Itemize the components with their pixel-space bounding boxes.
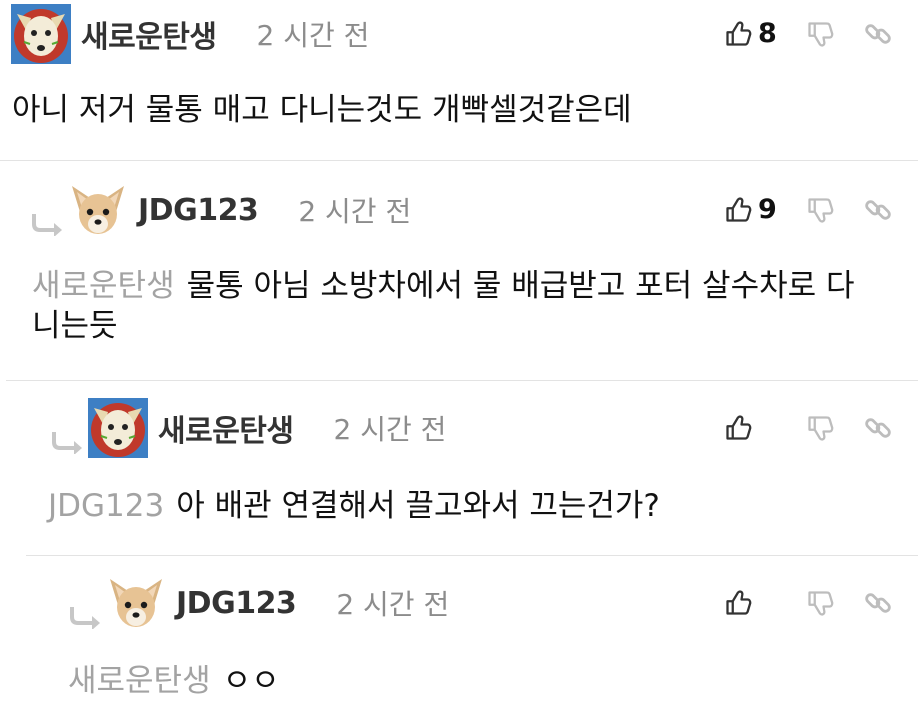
like-count: 9 [758, 194, 777, 225]
like-button[interactable]: 8 [724, 18, 777, 49]
thumbs-down-icon [806, 20, 834, 48]
like-button[interactable] [724, 589, 776, 617]
mention-tag[interactable]: 새로운탄생 [68, 663, 211, 699]
reply-arrow-icon [68, 605, 102, 629]
link-icon [864, 589, 892, 617]
like-count: 8 [758, 18, 777, 49]
thumbs-down-icon [806, 196, 834, 224]
comment-body: 아니 저거 물통 매고 다니는것도 개빡셀것같은데 [12, 90, 874, 130]
comment-4: JDG123 2 시간 전 새로운탄생 ㅇㅇ [0, 555, 918, 711]
copy-link-button[interactable] [864, 414, 892, 442]
comment-1: 새로운탄생 2 시간 전 8 아니 저거 물통 매고 다니는것도 개빡셀것같은데 [0, 0, 918, 160]
comment-text: ㅇㅇ [222, 663, 280, 699]
link-icon [864, 196, 892, 224]
reply-arrow-icon [50, 430, 84, 454]
comment-author[interactable]: 새로운탄생 [81, 12, 217, 56]
like-button[interactable] [724, 414, 776, 442]
thumbs-down-icon [806, 414, 834, 442]
copy-link-button[interactable] [864, 589, 892, 617]
thumbs-down-icon [806, 589, 834, 617]
comment-time: 2 시간 전 [333, 413, 447, 446]
comment-text: 아니 저거 물통 매고 다니는것도 개빡셀것같은데 [12, 92, 632, 128]
comment-body: 새로운탄생 물통 아님 소방차에서 물 배급받고 포터 살수차로 다니는듯 [32, 266, 874, 346]
tiger-avatar[interactable] [11, 4, 71, 64]
comment-author[interactable]: JDG123 [138, 193, 259, 228]
reply-arrow-icon [30, 212, 64, 236]
link-icon [864, 20, 892, 48]
tiger-avatar[interactable] [88, 398, 148, 458]
dislike-button[interactable] [806, 196, 834, 224]
comment-time: 2 시간 전 [298, 195, 412, 228]
like-button[interactable]: 9 [724, 194, 777, 225]
mention-tag[interactable]: JDG123 [48, 488, 164, 524]
comment-body: JDG123 아 배관 연결해서 끌고와서 끄는건가? [48, 486, 874, 526]
thumbs-up-icon [724, 20, 752, 48]
dislike-button[interactable] [806, 20, 834, 48]
comment-text: 아 배관 연결해서 끌고와서 끄는건가? [176, 488, 660, 524]
thumbs-up-icon [724, 196, 752, 224]
comment-2: JDG123 2 시간 전 9 새로운탄생 물통 아님 소방차에서 물 배급받고 … [0, 160, 918, 380]
dislike-button[interactable] [806, 589, 834, 617]
link-icon [864, 414, 892, 442]
comment-author[interactable]: 새로운탄생 [158, 406, 294, 450]
comment-time: 2 시간 전 [336, 588, 450, 621]
copy-link-button[interactable] [864, 196, 892, 224]
comment-body: 새로운탄생 ㅇㅇ [68, 661, 874, 701]
thumbs-up-icon [724, 414, 752, 442]
dog-avatar[interactable] [106, 573, 166, 633]
comment-time: 2 시간 전 [256, 19, 370, 52]
comment-author[interactable]: JDG123 [176, 586, 297, 621]
dog-avatar[interactable] [68, 180, 128, 240]
copy-link-button[interactable] [864, 20, 892, 48]
comment-3: 새로운탄생 2 시간 전 JDG123 아 배관 연결해서 끌고와서 끄는건가? [0, 380, 918, 555]
dislike-button[interactable] [806, 414, 834, 442]
mention-tag[interactable]: 새로운탄생 [32, 268, 175, 304]
thumbs-up-icon [724, 589, 752, 617]
